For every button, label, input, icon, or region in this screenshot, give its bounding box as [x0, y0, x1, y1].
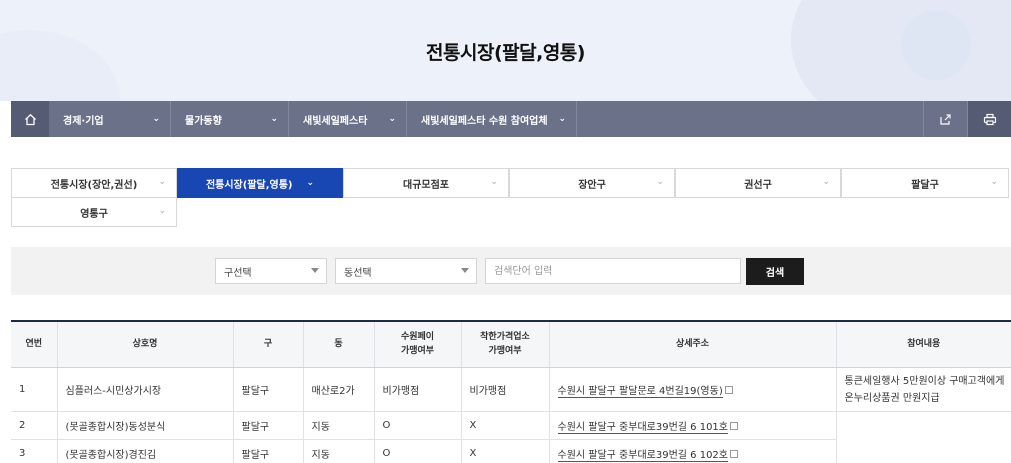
cell-no: 3 [11, 439, 57, 463]
chevron-down-icon: ⌄ [158, 206, 166, 216]
keyword-input[interactable] [485, 258, 741, 284]
chevron-down-icon: ⌄ [558, 114, 566, 124]
cell-gu: 팔달구 [232, 367, 303, 412]
tab-paldal-gu[interactable]: 팔달구 ⌄ [841, 168, 1009, 198]
home-button[interactable] [11, 101, 49, 137]
col-header-no: 연번 [11, 320, 57, 368]
chevron-down-icon: ⌄ [158, 177, 166, 187]
cell-good-price: 비가맹점 [460, 367, 549, 412]
breadcrumb-label: 물가동향 [185, 115, 222, 127]
page-title: 전통시장(팔달,영통) [426, 42, 585, 64]
breadcrumb-depth4[interactable]: 새빛세일페스타 수원 참여업체 ⌄ [407, 101, 577, 137]
chevron-down-icon: ⌄ [656, 177, 664, 187]
chevron-down-icon: ⌄ [990, 177, 998, 187]
cell-good-price: X [460, 439, 549, 463]
table-header: 연번 상호명 구 동 수원페이 가맹여부 착한가격업소 가맹여부 상세주소 참여… [11, 320, 1011, 368]
external-link-icon [730, 421, 738, 430]
cell-name: (못골종합시장)경진김 [56, 439, 233, 463]
dropdown-arrow-icon [461, 268, 469, 273]
table-row: 2 (못골종합시장)동성분식 팔달구 지동 O X 수원시 팔달구 중부대로39… [11, 411, 1011, 440]
cell-name: (못골종합시장)동성분식 [56, 411, 233, 440]
gu-select[interactable]: 구선택 [215, 258, 327, 284]
col-header-address: 상세주소 [548, 320, 836, 368]
tab-gwonseon-gu[interactable]: 권선구 ⌄ [675, 168, 841, 198]
tab-market-jangan-gwonseon[interactable]: 전통시장(장안,권선) ⌄ [11, 168, 177, 198]
cell-dong: 매산로2가 [302, 367, 374, 412]
breadcrumb-depth2[interactable]: 물가동향 ⌄ [171, 101, 289, 137]
external-link-icon [730, 449, 738, 458]
chevron-down-icon: ⌄ [270, 114, 278, 124]
address-link[interactable]: 수원시 팔달구 중부대로39번길 6 102호 [557, 449, 728, 462]
cell-details [835, 439, 1011, 463]
location-bar: 경제·기업 ⌄ 물가동향 ⌄ 새빛세일페스타 ⌄ 새빛세일페스타 수원 참여업체 ⌄ [11, 101, 1011, 137]
chevron-down-icon: ⌄ [388, 114, 396, 124]
breadcrumb-label: 경제·기업 [63, 115, 104, 127]
chevron-down-icon: ⌄ [306, 178, 315, 188]
dropdown-arrow-icon [311, 268, 319, 273]
external-link-icon [724, 385, 733, 394]
cell-details: 통큰세일행사 5만원이상 구매고객에게 온누리상품권 만원지급 [835, 367, 1011, 412]
chevron-down-icon: ⌄ [490, 177, 498, 187]
col-header-good-price: 착한가격업소 가맹여부 [460, 320, 549, 368]
cell-suwon-pay: 비가맹점 [373, 367, 461, 412]
table-row: 1 심플러스-시민상가시장 팔달구 매산로2가 비가맹점 비가맹점 수원시 팔달… [11, 367, 1011, 412]
store-table: 연번 상호명 구 동 수원페이 가맹여부 착한가격업소 가맹여부 상세주소 참여… [11, 320, 1011, 463]
print-button[interactable] [967, 101, 1011, 137]
chevron-down-icon: ⌄ [822, 177, 830, 187]
col-header-gu: 구 [232, 320, 303, 368]
address-link[interactable]: 수원시 팔달구 중부대로39번길 6 101호 [557, 421, 728, 434]
tab-jangan-gu[interactable]: 장안구 ⌄ [509, 168, 675, 198]
share-icon [940, 113, 951, 125]
tab-yeongtong-gu[interactable]: 영통구 ⌄ [11, 197, 177, 227]
breadcrumb-depth1[interactable]: 경제·기업 ⌄ [49, 101, 171, 137]
cell-suwon-pay: O [373, 411, 461, 440]
cell-dong: 지동 [302, 411, 374, 440]
cell-dong: 지동 [302, 439, 374, 463]
page-header: 전통시장(팔달,영통) [0, 0, 1011, 101]
print-icon [983, 113, 996, 125]
cell-address: 수원시 팔달구 중부대로39번길 6 102호 [548, 439, 836, 463]
col-header-dong: 동 [302, 320, 374, 368]
search-button[interactable]: 검색 [746, 258, 804, 285]
col-header-suwon-pay: 수원페이 가맹여부 [373, 320, 461, 368]
cell-gu: 팔달구 [232, 411, 303, 440]
dong-select[interactable]: 동선택 [335, 258, 477, 284]
cell-name: 심플러스-시민상가시장 [56, 367, 233, 412]
tab-large-store[interactable]: 대규모점포 ⌄ [343, 168, 509, 198]
cell-address: 수원시 팔달구 중부대로39번길 6 101호 [548, 411, 836, 440]
cell-good-price: X [460, 411, 549, 440]
tab-market-paldal-yeongtong[interactable]: 전통시장(팔달,영통) ⌄ [177, 168, 343, 198]
cell-address: 수원시 팔달구 팔달문로 4번길19(영동) [548, 367, 836, 412]
cell-details [835, 411, 1011, 439]
table-row: 3 (못골종합시장)경진김 팔달구 지동 O X 수원시 팔달구 중부대로39번… [11, 439, 1011, 463]
share-button[interactable] [923, 101, 967, 137]
breadcrumb-label: 새빛세일페스타 수원 참여업체 [421, 115, 548, 127]
breadcrumb-depth3[interactable]: 새빛세일페스타 ⌄ [289, 101, 407, 137]
cell-suwon-pay: O [373, 439, 461, 463]
address-link[interactable]: 수원시 팔달구 팔달문로 4번길19(영동) [557, 385, 723, 398]
cell-no: 1 [11, 367, 57, 412]
col-header-details: 참여내용 [835, 320, 1011, 368]
search-panel: 구선택 동선택 검색 [11, 247, 1011, 295]
col-header-name: 상호명 [56, 320, 233, 368]
breadcrumb-label: 새빛세일페스타 [303, 115, 368, 127]
chevron-down-icon: ⌄ [152, 114, 160, 124]
cell-no: 2 [11, 411, 57, 440]
cell-gu: 팔달구 [232, 439, 303, 463]
home-icon [24, 113, 36, 125]
